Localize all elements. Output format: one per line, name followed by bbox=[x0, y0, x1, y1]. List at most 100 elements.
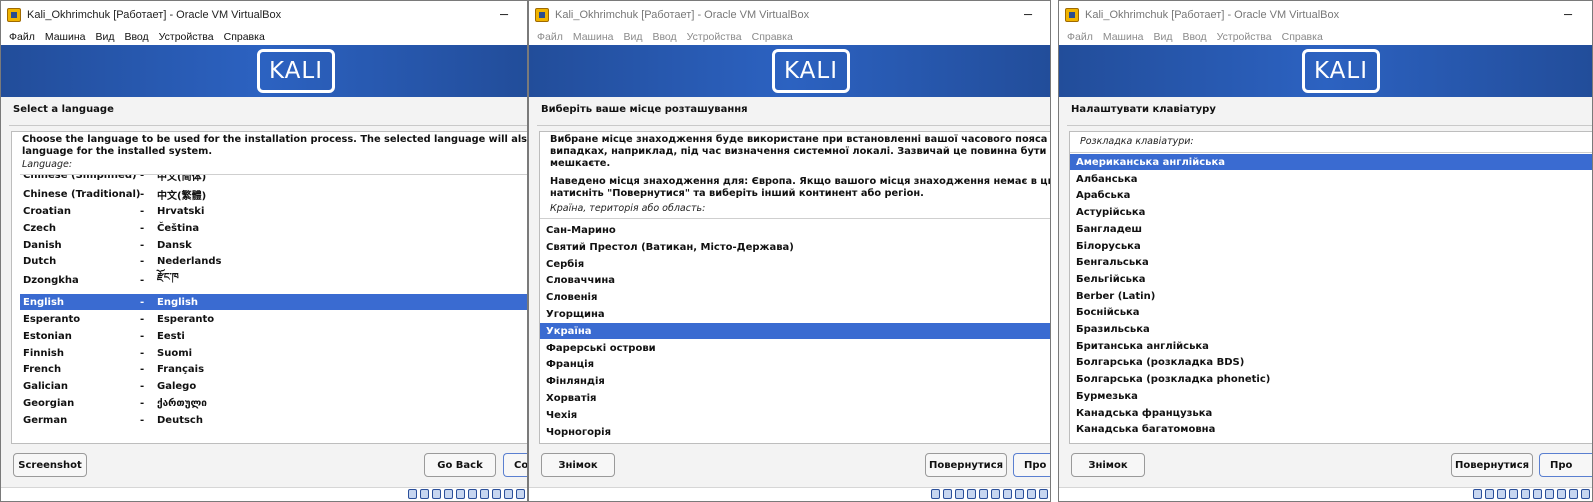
title-bar[interactable]: Kali_Okhrimchuk [Работает] - Oracle VM V… bbox=[1059, 1, 1592, 29]
keymap-list[interactable]: Американська англійська Албанська Арабська… bbox=[1070, 152, 1592, 443]
list-item[interactable]: Болгарська (розкладка phonetic) bbox=[1070, 371, 1592, 387]
menu-input[interactable]: Ввод bbox=[652, 31, 676, 43]
mouse-integration-icon[interactable] bbox=[1039, 489, 1048, 499]
screenshot-button[interactable]: Знімок bbox=[541, 453, 615, 477]
list-item[interactable]: Болгарська (розкладка BDS) bbox=[1070, 354, 1592, 370]
go-back-button[interactable]: Go Back bbox=[424, 453, 496, 477]
list-item[interactable]: German - Deutsch bbox=[20, 412, 527, 428]
display-icon[interactable] bbox=[1545, 489, 1554, 499]
screenshot-button[interactable]: Screenshot bbox=[13, 453, 87, 477]
usb-icon[interactable] bbox=[1521, 489, 1530, 499]
list-item[interactable]: Чорногорія bbox=[540, 424, 1050, 440]
menu-input[interactable]: Ввод bbox=[1182, 31, 1206, 43]
list-item[interactable]: Угорщина bbox=[540, 306, 1050, 322]
hdd-icon[interactable] bbox=[931, 489, 940, 499]
list-item[interactable]: Chinese (Traditional) - 中文(繁體) bbox=[20, 186, 527, 202]
list-item[interactable]: Арабська bbox=[1070, 187, 1592, 203]
display-icon[interactable] bbox=[1003, 489, 1012, 499]
list-item[interactable]: Бангладеш bbox=[1070, 221, 1592, 237]
menu-devices[interactable]: Устройства bbox=[687, 31, 742, 43]
menu-input[interactable]: Ввод bbox=[124, 31, 148, 43]
list-item[interactable]: Албанська bbox=[1070, 171, 1592, 187]
menu-view[interactable]: Вид bbox=[1153, 31, 1172, 43]
list-item[interactable]: Астурійська bbox=[1070, 204, 1592, 220]
list-item[interactable]: Святий Престол (Ватикан, Місто-Держава) bbox=[540, 239, 1050, 255]
cpu-icon[interactable] bbox=[1569, 489, 1578, 499]
optical-drive-icon[interactable] bbox=[420, 489, 429, 499]
display-icon[interactable] bbox=[480, 489, 489, 499]
menu-file[interactable]: Файл bbox=[1067, 31, 1093, 43]
list-item[interactable]: Канадська багатомовна bbox=[1070, 421, 1592, 437]
cpu-icon[interactable] bbox=[504, 489, 513, 499]
continue-button[interactable]: Про bbox=[1539, 453, 1592, 477]
menu-help[interactable]: Справка bbox=[224, 31, 265, 43]
list-item[interactable]: Dzongkha - རྫོང་ཁ bbox=[20, 272, 527, 288]
list-item[interactable]: Словенія bbox=[540, 289, 1050, 305]
list-item[interactable]: Chinese (Simplified) - 中文(简体) bbox=[20, 175, 527, 183]
list-item[interactable]: English - English bbox=[20, 294, 527, 310]
video-capture-icon[interactable] bbox=[492, 489, 501, 499]
menu-help[interactable]: Справка bbox=[1282, 31, 1323, 43]
mouse-integration-icon[interactable] bbox=[516, 489, 525, 499]
list-item[interactable]: Бразильська bbox=[1070, 321, 1592, 337]
list-item[interactable]: Finnish - Suomi bbox=[20, 345, 527, 361]
menu-machine[interactable]: Машина bbox=[45, 31, 86, 43]
audio-icon[interactable] bbox=[955, 489, 964, 499]
list-item[interactable]: Американська англійська bbox=[1070, 154, 1592, 170]
menu-machine[interactable]: Машина bbox=[1103, 31, 1144, 43]
optical-drive-icon[interactable] bbox=[943, 489, 952, 499]
list-item[interactable]: Estonian - Eesti bbox=[20, 328, 527, 344]
list-item[interactable]: Бельгійська bbox=[1070, 271, 1592, 287]
continue-button[interactable]: Про bbox=[1013, 453, 1050, 477]
list-item[interactable]: Канадська французька bbox=[1070, 405, 1592, 421]
list-item[interactable]: Фарерські острови bbox=[540, 340, 1050, 356]
title-bar[interactable]: Kali_Okhrimchuk [Работает] - Oracle VM V… bbox=[1, 1, 527, 29]
network-icon[interactable] bbox=[1509, 489, 1518, 499]
continue-button[interactable]: Co bbox=[503, 453, 527, 477]
menu-view[interactable]: Вид bbox=[95, 31, 114, 43]
go-back-button[interactable]: Повернутися bbox=[925, 453, 1007, 477]
minimize-icon[interactable]: ─ bbox=[1017, 1, 1039, 29]
audio-icon[interactable] bbox=[1497, 489, 1506, 499]
go-back-button[interactable]: Повернутися bbox=[1451, 453, 1533, 477]
shared-folder-icon[interactable] bbox=[1533, 489, 1542, 499]
menu-file[interactable]: Файл bbox=[9, 31, 35, 43]
minimize-icon[interactable]: ─ bbox=[493, 1, 515, 29]
list-item[interactable]: Хорватія bbox=[540, 390, 1050, 406]
network-icon[interactable] bbox=[444, 489, 453, 499]
menu-devices[interactable]: Устройства bbox=[1217, 31, 1272, 43]
list-item[interactable]: Georgian - ქართული bbox=[20, 395, 527, 411]
list-item[interactable]: Чехія bbox=[540, 407, 1050, 423]
optical-drive-icon[interactable] bbox=[1485, 489, 1494, 499]
list-item[interactable]: Британська англійська bbox=[1070, 338, 1592, 354]
cpu-icon[interactable] bbox=[1027, 489, 1036, 499]
list-item[interactable]: French - Français bbox=[20, 361, 527, 377]
list-item[interactable]: Esperanto - Esperanto bbox=[20, 311, 527, 327]
title-bar[interactable]: Kali_Okhrimchuk [Работает] - Oracle VM V… bbox=[529, 1, 1050, 29]
list-item[interactable]: Фінляндія bbox=[540, 373, 1050, 389]
minimize-icon[interactable]: ─ bbox=[1557, 1, 1579, 29]
usb-icon[interactable] bbox=[456, 489, 465, 499]
list-item[interactable]: Словаччина bbox=[540, 272, 1050, 288]
list-item[interactable]: Berber (Latin) bbox=[1070, 288, 1592, 304]
hdd-icon[interactable] bbox=[1473, 489, 1482, 499]
list-item[interactable]: Croatian - Hrvatski bbox=[20, 203, 527, 219]
menu-view[interactable]: Вид bbox=[623, 31, 642, 43]
audio-icon[interactable] bbox=[432, 489, 441, 499]
menu-machine[interactable]: Машина bbox=[573, 31, 614, 43]
list-item[interactable]: Бенгальська bbox=[1070, 254, 1592, 270]
list-item[interactable]: Україна bbox=[540, 323, 1050, 339]
list-item[interactable]: Danish - Dansk bbox=[20, 237, 527, 253]
list-item[interactable]: Боснійська bbox=[1070, 304, 1592, 320]
screenshot-button[interactable]: Знімок bbox=[1071, 453, 1145, 477]
menu-help[interactable]: Справка bbox=[752, 31, 793, 43]
usb-icon[interactable] bbox=[979, 489, 988, 499]
mouse-integration-icon[interactable] bbox=[1581, 489, 1590, 499]
shared-folder-icon[interactable] bbox=[468, 489, 477, 499]
video-capture-icon[interactable] bbox=[1015, 489, 1024, 499]
list-item[interactable]: Сан-Марино bbox=[540, 222, 1050, 238]
video-capture-icon[interactable] bbox=[1557, 489, 1566, 499]
language-list[interactable]: Chinese (Simplified) - 中文(简体) Chinese (Trad… bbox=[20, 174, 527, 443]
menu-devices[interactable]: Устройства bbox=[159, 31, 214, 43]
network-icon[interactable] bbox=[967, 489, 976, 499]
